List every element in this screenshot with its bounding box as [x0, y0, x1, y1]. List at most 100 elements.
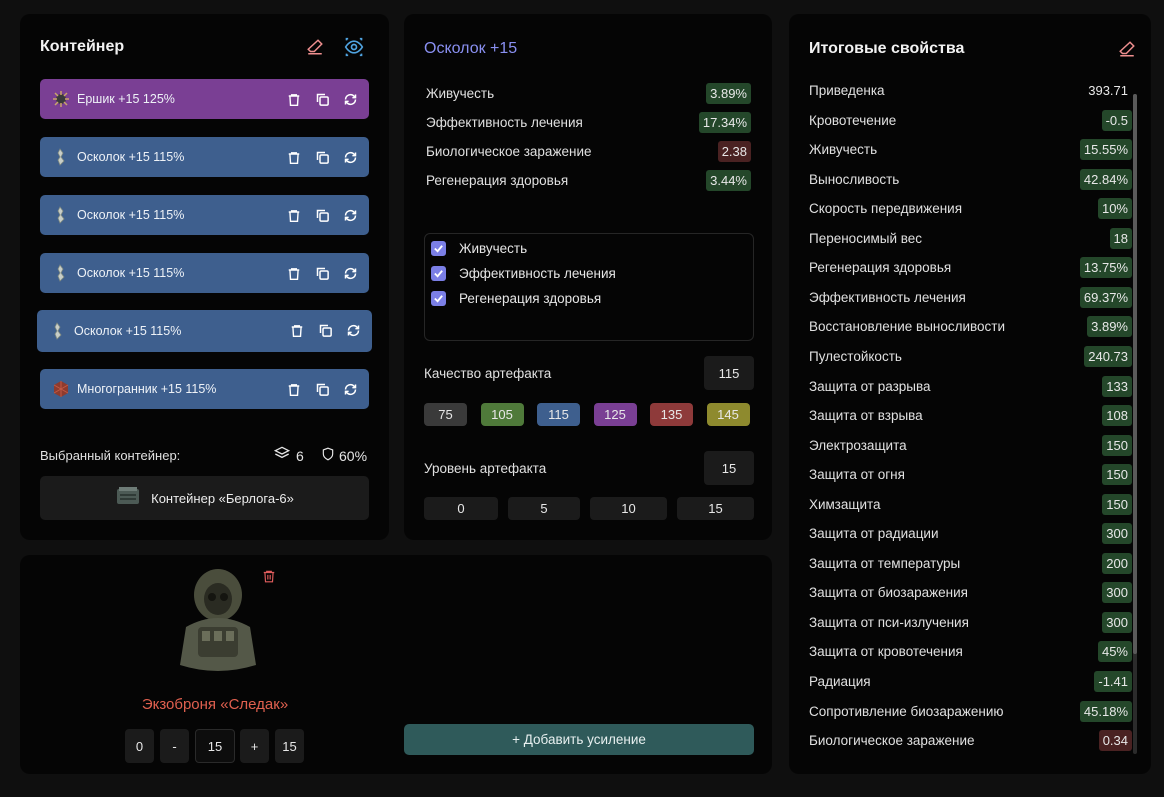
level-min-button[interactable]: 0: [125, 729, 154, 763]
artifact-slot[interactable]: Осколок +15 115%: [40, 253, 369, 293]
trash-icon[interactable]: [285, 264, 303, 282]
swap-icon[interactable]: [341, 380, 359, 398]
trash-icon[interactable]: [285, 206, 303, 224]
stat-value: 300: [1102, 611, 1132, 633]
totals-scrollbar[interactable]: [1133, 94, 1137, 754]
artifact-slot[interactable]: Многогранник +15 115%: [40, 369, 369, 409]
stat-name: Кровотечение: [809, 112, 897, 128]
total-stat-row: Эффективность лечения 69.37%: [809, 286, 1132, 308]
copy-icon[interactable]: [313, 148, 331, 166]
eraser-icon[interactable]: [304, 36, 326, 58]
copy-icon[interactable]: [316, 321, 334, 339]
artifact-stat-row: Регенерация здоровья 3.44%: [426, 170, 751, 191]
stat-name: Защита от радиации: [809, 526, 939, 542]
swap-icon[interactable]: [341, 90, 359, 108]
quality-input[interactable]: 115: [704, 356, 754, 390]
armor-level-input[interactable]: 15: [195, 729, 235, 763]
level-option-button[interactable]: 0: [424, 497, 498, 520]
level-decrease-button[interactable]: -: [160, 729, 189, 763]
polyhedron-artifact-icon: [52, 380, 70, 398]
quality-option-button[interactable]: 75: [424, 403, 467, 426]
shard-artifact-icon: [52, 264, 70, 282]
scroll-thumb[interactable]: [1133, 94, 1137, 654]
stat-name: Защита от кровотечения: [809, 644, 963, 660]
stat-name: Защита от температуры: [809, 555, 961, 571]
total-stat-row: Приведенка 393.71: [809, 80, 1132, 101]
swap-icon[interactable]: [344, 321, 362, 339]
quality-option-button[interactable]: 145: [706, 403, 750, 426]
stat-name: Живучесть: [809, 142, 878, 158]
level-input[interactable]: 15: [704, 451, 754, 485]
total-stat-row: Защита от огня 150: [809, 464, 1132, 486]
trash-icon[interactable]: [285, 380, 303, 398]
artifact-slot[interactable]: Осколок +15 115%: [37, 310, 372, 352]
slot-label: Осколок +15 115%: [74, 324, 182, 338]
checkmark-icon[interactable]: [431, 266, 446, 281]
copy-icon[interactable]: [313, 90, 331, 108]
artifact-stat-row: Живучесть 3.89%: [426, 83, 751, 104]
artifact-stat-row: Эффективность лечения 17.34%: [426, 112, 751, 133]
artifact-stat-row: Биологическое заражение 2.38: [426, 141, 751, 162]
trash-icon[interactable]: [285, 148, 303, 166]
checkmark-icon[interactable]: [431, 241, 446, 256]
total-stat-row: Радиация -1.41: [809, 671, 1132, 692]
trash-icon[interactable]: [285, 90, 303, 108]
copy-icon[interactable]: [313, 206, 331, 224]
stat-value: 45%: [1097, 641, 1132, 663]
eye-icon[interactable]: [343, 36, 365, 58]
stat-value: 108: [1102, 405, 1132, 427]
stat-name: Защита от пси-излучения: [809, 614, 969, 630]
quality-option-button[interactable]: 135: [650, 403, 693, 426]
level-option-button[interactable]: 15: [677, 497, 754, 520]
level-max-button[interactable]: 15: [275, 729, 304, 763]
copy-icon[interactable]: [313, 264, 331, 282]
total-stat-row: Защита от радиации 300: [809, 523, 1132, 545]
total-stat-row: Скорость передвижения 10%: [809, 198, 1132, 220]
level-option-button[interactable]: 10: [590, 497, 667, 520]
checkmark-icon[interactable]: [431, 291, 446, 306]
swap-icon[interactable]: [341, 264, 359, 282]
stat-value: 3.89%: [1087, 316, 1132, 338]
selected-container-label: Выбранный контейнер:: [40, 448, 181, 463]
stat-name: Выносливость: [809, 171, 900, 187]
swap-icon[interactable]: [341, 148, 359, 166]
trash-icon[interactable]: [258, 565, 280, 587]
stat-name: Переносимый вес: [809, 230, 923, 246]
artifact-slot[interactable]: Ершик +15 125%: [40, 79, 369, 119]
stat-name: Скорость передвижения: [809, 201, 963, 217]
stat-value: -1.41: [1094, 671, 1132, 692]
add-boost-button[interactable]: + Добавить усиление: [404, 724, 754, 755]
artifact-slot[interactable]: Осколок +15 115%: [40, 195, 369, 235]
quality-option-button[interactable]: 115: [537, 403, 580, 426]
stat-checkbox[interactable]: Живучесть: [431, 241, 527, 256]
container-select-button[interactable]: Контейнер «Берлога-6»: [40, 476, 369, 520]
total-stat-row: Живучесть 15.55%: [809, 139, 1132, 161]
stat-name: Живучесть: [426, 86, 495, 101]
shield-icon: [321, 446, 335, 465]
stat-value: 133: [1102, 375, 1132, 397]
stat-value: 69.37%: [1079, 286, 1132, 308]
quality-option-button[interactable]: 125: [593, 403, 637, 426]
level-option-button[interactable]: 5: [508, 497, 580, 520]
container-panel: Контейнер Ершик +15 125% Осколок +15 115%…: [20, 14, 389, 540]
total-stat-row: Восстановление выносливости 3.89%: [809, 316, 1132, 338]
stat-value: 13.75%: [1079, 257, 1132, 279]
stat-checkbox[interactable]: Регенерация здоровья: [431, 291, 601, 306]
quality-label: Качество артефакта: [424, 366, 552, 381]
checkbox-label: Живучесть: [459, 241, 528, 256]
stat-value: 150: [1102, 464, 1132, 486]
swap-icon[interactable]: [341, 206, 359, 224]
stat-value: 240.73: [1084, 345, 1132, 367]
stat-value: 15.55%: [1079, 139, 1132, 161]
stat-value: 0.34: [1098, 730, 1132, 752]
copy-icon[interactable]: [313, 380, 331, 398]
stat-name: Электрозащита: [809, 437, 907, 453]
quality-option-button[interactable]: 105: [480, 403, 524, 426]
eraser-icon[interactable]: [1116, 38, 1138, 60]
total-stat-row: Выносливость 42.84%: [809, 168, 1132, 190]
stat-checkbox[interactable]: Эффективность лечения: [431, 266, 616, 281]
artifact-slot[interactable]: Осколок +15 115%: [40, 137, 369, 177]
level-increase-button[interactable]: +: [240, 729, 269, 763]
stat-value: -0.5: [1101, 109, 1132, 131]
trash-icon[interactable]: [288, 321, 306, 339]
